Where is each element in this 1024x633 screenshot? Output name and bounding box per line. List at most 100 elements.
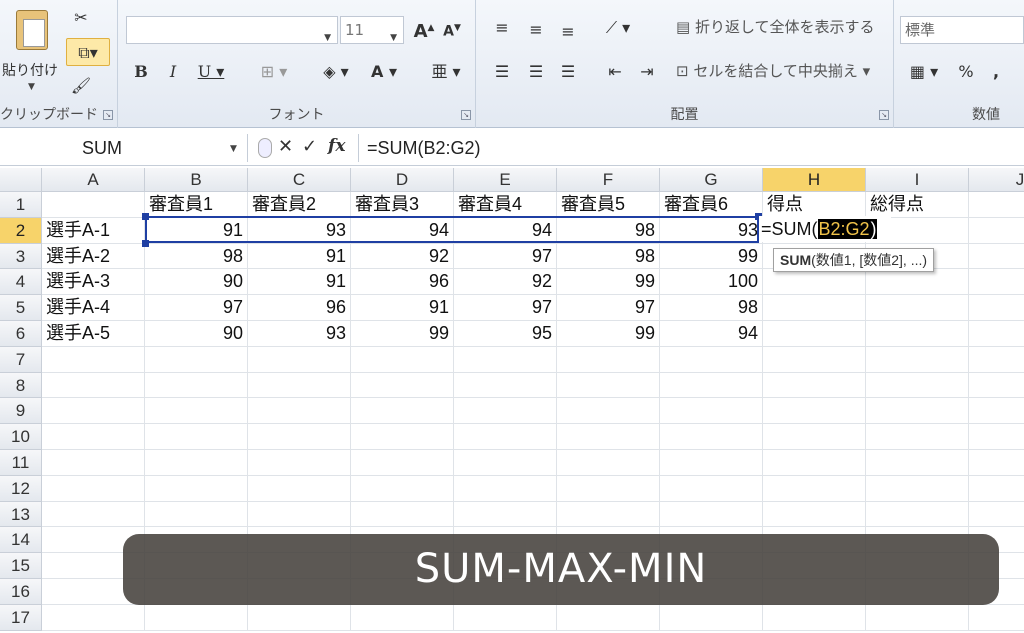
number-format-combo[interactable]: 標準	[900, 16, 1024, 44]
cell-g8[interactable]	[660, 372, 763, 399]
fill-color-icon[interactable]: ◈ ▾	[314, 58, 358, 86]
cell-c10[interactable]	[248, 424, 351, 450]
cell-d17[interactable]	[351, 604, 454, 631]
cell-f13[interactable]	[557, 501, 660, 528]
cell-a1[interactable]	[42, 192, 145, 218]
insert-function-icon[interactable]: fx	[328, 136, 345, 156]
cell-e12[interactable]	[454, 475, 557, 502]
cell-e3[interactable]: 97	[454, 243, 557, 270]
align-right-icon[interactable]: ☰	[556, 58, 580, 86]
cell-f17[interactable]	[557, 604, 660, 631]
cell-i13[interactable]	[866, 501, 969, 528]
cell-i10[interactable]	[866, 424, 969, 450]
decrease-indent-icon[interactable]: ⇤	[602, 58, 628, 86]
cell-i17[interactable]	[866, 604, 969, 631]
cell-f3[interactable]: 98	[557, 243, 660, 270]
cell-c6[interactable]: 93	[248, 321, 351, 347]
cell-e4[interactable]: 92	[454, 269, 557, 296]
cell-d10[interactable]	[351, 424, 454, 450]
copy-button[interactable]: ⧉▾	[66, 38, 110, 66]
cell-c7[interactable]	[248, 346, 351, 373]
cell-d11[interactable]	[351, 450, 454, 476]
cell-c5[interactable]: 96	[248, 295, 351, 321]
dialog-launcher-icon[interactable]: ↘	[103, 110, 113, 120]
name-box[interactable]: SUM	[0, 134, 248, 162]
underline-icon[interactable]: U ▾	[194, 58, 228, 86]
cell-i9[interactable]	[866, 398, 969, 425]
cell-b7[interactable]	[145, 346, 248, 373]
cell-d6[interactable]: 99	[351, 321, 454, 347]
cell-i7[interactable]	[866, 346, 969, 373]
tooltip-function-name[interactable]: SUM	[780, 252, 811, 268]
cell-h17[interactable]	[763, 604, 866, 631]
cell-c13[interactable]	[248, 501, 351, 528]
row-header-11[interactable]: 11	[0, 450, 42, 476]
cell-j9[interactable]	[969, 398, 1024, 425]
dialog-launcher-icon[interactable]: ↘	[879, 110, 889, 120]
cancel-icon[interactable]: ✕	[278, 136, 293, 157]
cell-j1[interactable]	[969, 192, 1024, 218]
row-header-2[interactable]: 2	[0, 217, 42, 244]
cell-i12[interactable]	[866, 475, 969, 502]
cell-i1[interactable]: 総得点	[866, 192, 969, 218]
row-header-5[interactable]: 5	[0, 295, 42, 321]
cell-g1[interactable]: 審査員6	[660, 192, 763, 218]
function-tooltip[interactable]: SUM(数値1, [数値2], ...)	[773, 248, 935, 272]
cell-j7[interactable]	[969, 347, 1024, 373]
cell-h6[interactable]	[763, 321, 866, 347]
cell-g6[interactable]: 94	[660, 321, 763, 347]
cell-h13[interactable]	[763, 501, 866, 528]
cell-d2[interactable]: 94	[351, 217, 454, 244]
cell-i11[interactable]	[866, 450, 969, 476]
cell-h7[interactable]	[763, 346, 866, 373]
cell-d9[interactable]	[351, 398, 454, 425]
cell-e5[interactable]: 97	[454, 295, 557, 321]
align-top-icon[interactable]: ≡	[490, 14, 514, 42]
cell-d12[interactable]	[351, 475, 454, 502]
cell-f8[interactable]	[557, 372, 660, 399]
italic-icon[interactable]: I	[162, 58, 184, 86]
cell-c11[interactable]	[248, 450, 351, 476]
border-icon[interactable]: ⊞ ▾	[254, 58, 294, 86]
cell-e13[interactable]	[454, 501, 557, 528]
cell-f11[interactable]	[557, 450, 660, 476]
formula-input[interactable]: =SUM(B2:G2)	[358, 134, 1018, 162]
percent-button[interactable]: %	[954, 58, 978, 86]
row-header-10[interactable]: 10	[0, 424, 42, 450]
cell-e8[interactable]	[454, 372, 557, 399]
cell-a12[interactable]	[42, 475, 145, 502]
cell-e10[interactable]	[454, 424, 557, 450]
cell-d1[interactable]: 審査員3	[351, 192, 454, 218]
column-header-g[interactable]: G	[660, 168, 763, 192]
cell-b12[interactable]	[145, 475, 248, 502]
cell-b10[interactable]	[145, 424, 248, 450]
cell-f10[interactable]	[557, 424, 660, 450]
row-header-4[interactable]: 4	[0, 269, 42, 296]
cell-d3[interactable]: 92	[351, 243, 454, 270]
cell-g13[interactable]	[660, 501, 763, 528]
cell-c1[interactable]: 審査員2	[248, 192, 351, 218]
cell-b8[interactable]	[145, 372, 248, 399]
cell-f6[interactable]: 99	[557, 321, 660, 347]
cell-a6[interactable]: 選手A-5	[42, 321, 145, 347]
cell-h10[interactable]	[763, 424, 866, 450]
cell-a4[interactable]: 選手A-3	[42, 269, 145, 296]
column-header-i[interactable]: I	[866, 168, 969, 192]
cell-f1[interactable]: 審査員5	[557, 192, 660, 218]
cell-g7[interactable]	[660, 346, 763, 373]
cell-e11[interactable]	[454, 450, 557, 476]
align-middle-icon[interactable]: ≡	[524, 16, 548, 44]
cell-i5[interactable]	[866, 295, 969, 321]
column-header-a[interactable]: A	[42, 168, 145, 192]
row-header-17[interactable]: 17	[0, 604, 42, 631]
cell-a10[interactable]	[42, 424, 145, 450]
cell-c9[interactable]	[248, 398, 351, 425]
align-center-icon[interactable]: ☰	[524, 58, 548, 86]
cell-d13[interactable]	[351, 501, 454, 528]
column-header-b[interactable]: B	[145, 168, 248, 192]
grow-font-icon[interactable]: A▲	[412, 14, 436, 46]
cell-h8[interactable]	[763, 372, 866, 399]
align-left-icon[interactable]: ☰	[490, 58, 514, 86]
cell-c2[interactable]: 93	[248, 217, 351, 244]
cell-b4[interactable]: 90	[145, 269, 248, 296]
